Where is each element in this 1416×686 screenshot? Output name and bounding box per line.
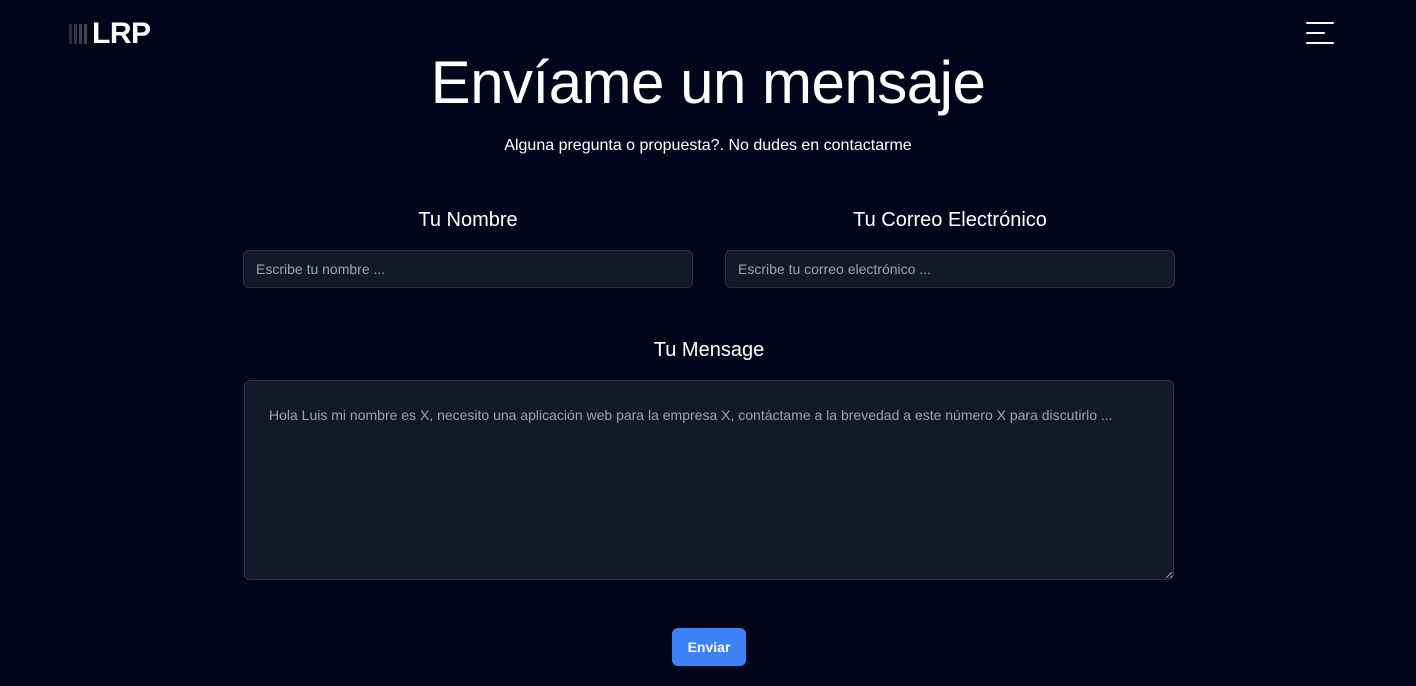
message-label: Tu Mensage xyxy=(653,339,765,361)
message-textarea[interactable] xyxy=(244,380,1174,580)
send-button[interactable]: Enviar xyxy=(672,628,746,666)
email-input[interactable] xyxy=(725,250,1175,288)
email-label: Tu Correo Electrónico xyxy=(853,209,1047,231)
logo-bars-icon xyxy=(69,24,87,44)
page-subtitle: Alguna pregunta o propuesta?. No dudes e… xyxy=(504,137,912,154)
hamburger-menu-icon[interactable] xyxy=(1306,20,1336,46)
logo[interactable]: LRP xyxy=(69,19,151,49)
contact-page: LRP Envíame un mensaje Alguna pregunta o… xyxy=(0,0,1416,686)
name-input[interactable] xyxy=(243,250,693,288)
page-title: Envíame un mensaje xyxy=(430,49,986,116)
logo-text: LRP xyxy=(92,17,151,50)
name-label: Tu Nombre xyxy=(418,209,518,231)
